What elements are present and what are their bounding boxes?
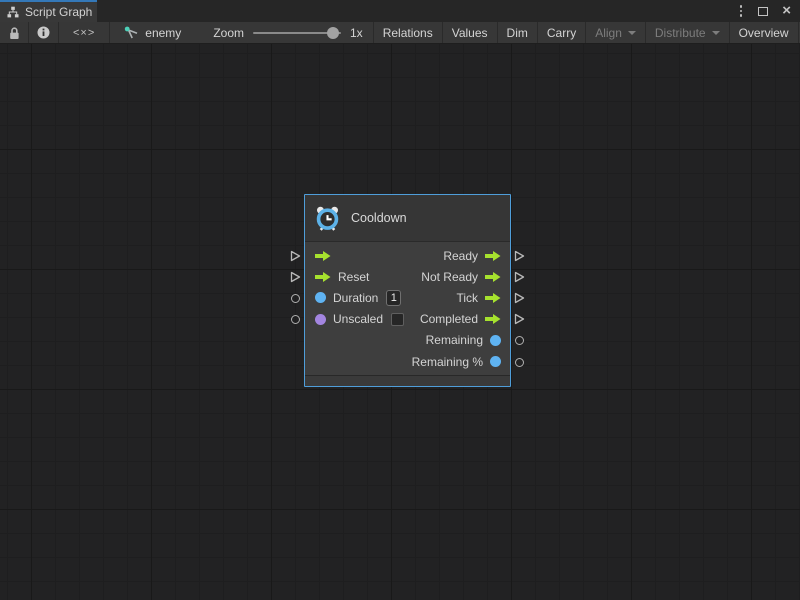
output-ports: Ready Not Ready Tick Completed xyxy=(323,245,501,372)
window-controls: × xyxy=(738,0,800,22)
flow-arrow-icon xyxy=(485,250,501,262)
relations-button[interactable]: Relations xyxy=(373,22,443,43)
lock-icon xyxy=(8,26,20,40)
align-dropdown[interactable]: Align xyxy=(586,22,646,43)
script-graph-window: Script Graph × <×> xyxy=(0,0,800,600)
breadcrumb-label: enemy xyxy=(145,26,181,40)
distribute-dropdown[interactable]: Distribute xyxy=(646,22,730,43)
socket-flow-input-reset[interactable] xyxy=(290,271,301,283)
tab-strip: Script Graph × xyxy=(0,0,800,22)
port-remaining-pct[interactable]: Remaining % xyxy=(323,351,501,372)
flow-arrow-icon xyxy=(485,313,501,325)
overview-button[interactable]: Overview xyxy=(730,22,799,43)
zoom-slider-handle[interactable] xyxy=(327,27,339,39)
zoom-label: Zoom xyxy=(213,26,244,40)
socket-flow-output-ready[interactable] xyxy=(514,250,525,262)
port-remaining[interactable]: Remaining xyxy=(323,330,501,351)
zoom-value: 1x xyxy=(350,26,363,40)
alarm-clock-icon xyxy=(314,205,341,232)
flow-arrow-icon xyxy=(485,292,501,304)
values-button[interactable]: Values xyxy=(443,22,498,43)
ports-toggle-button[interactable]: <×> xyxy=(59,22,110,43)
node-footer xyxy=(305,375,510,386)
breadcrumb[interactable]: enemy xyxy=(110,22,191,43)
value-port-icon xyxy=(490,335,501,346)
node-body: Reset Duration 1 Unscaled xyxy=(305,242,510,245)
carry-button[interactable]: Carry xyxy=(538,22,586,43)
graph-pointer-icon xyxy=(124,26,139,40)
port-not-ready[interactable]: Not Ready xyxy=(323,266,501,287)
zoom-control: Zoom 1x xyxy=(191,22,372,43)
chevron-down-icon xyxy=(628,31,636,35)
socket-flow-output-completed[interactable] xyxy=(514,313,525,325)
script-graph-icon xyxy=(7,6,19,18)
socket-value-input-duration[interactable] xyxy=(291,294,300,303)
graph-toolbar: <×> enemy Zoom 1x Relations Values Dim C… xyxy=(0,22,800,44)
zoom-slider[interactable] xyxy=(253,32,341,34)
socket-value-input-unscaled[interactable] xyxy=(291,315,300,324)
flow-arrow-icon xyxy=(485,271,501,283)
port-tick[interactable]: Tick xyxy=(323,287,501,308)
port-ready[interactable]: Ready xyxy=(323,245,501,266)
cooldown-node[interactable]: Cooldown Reset Duration xyxy=(304,194,511,387)
info-button[interactable] xyxy=(29,22,59,43)
lock-button[interactable] xyxy=(0,22,29,43)
socket-value-output-remaining[interactable] xyxy=(515,336,524,345)
socket-flow-output-tick[interactable] xyxy=(514,292,525,304)
port-completed[interactable]: Completed xyxy=(323,309,501,330)
socket-flow-output-not-ready[interactable] xyxy=(514,271,525,283)
tab-title: Script Graph xyxy=(25,5,92,19)
info-icon xyxy=(37,26,50,39)
window-menu-icon[interactable] xyxy=(738,3,745,19)
cooldown-node-header[interactable]: Cooldown xyxy=(305,195,510,242)
dim-button[interactable]: Dim xyxy=(498,22,538,43)
close-icon[interactable]: × xyxy=(782,6,791,16)
node-title: Cooldown xyxy=(351,211,407,225)
socket-flow-input-enter[interactable] xyxy=(290,250,301,262)
maximize-icon[interactable] xyxy=(758,7,768,16)
graph-canvas[interactable]: Cooldown Reset Duration xyxy=(0,44,800,600)
angle-brackets-x-icon: <×> xyxy=(73,27,95,39)
tab-script-graph[interactable]: Script Graph xyxy=(0,0,97,22)
socket-value-output-remaining-pct[interactable] xyxy=(515,358,524,367)
chevron-down-icon xyxy=(712,31,720,35)
value-port-icon xyxy=(490,356,501,367)
